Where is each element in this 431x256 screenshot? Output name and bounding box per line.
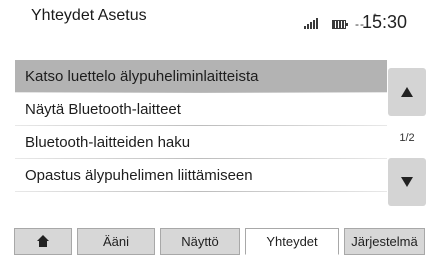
signal-bars-icon bbox=[304, 17, 320, 29]
menu-item-bluetooth-search[interactable]: Bluetooth-laitteiden haku bbox=[15, 126, 387, 159]
page-indicator: 1/2 bbox=[399, 132, 415, 144]
menu-item-smartphone-list[interactable]: Katso luettelo älypuheliminlaitteista bbox=[15, 60, 387, 93]
menu-item-label: Bluetooth-laitteiden haku bbox=[25, 134, 191, 151]
scroll-down-button[interactable] bbox=[388, 158, 426, 206]
page-title: Yhteydet Asetus bbox=[31, 7, 147, 24]
tab-system[interactable]: Järjestelmä bbox=[344, 228, 425, 255]
arrow-up-icon bbox=[401, 87, 413, 97]
tab-home[interactable] bbox=[14, 228, 72, 255]
divider bbox=[15, 191, 387, 192]
status-bar: Yhteydet Asetus -- ᐩ 15:30 bbox=[0, 0, 431, 44]
battery-icon bbox=[332, 20, 348, 29]
home-icon bbox=[37, 235, 49, 248]
settings-menu-list: Katso luettelo älypuheliminlaitteista Nä… bbox=[15, 60, 387, 192]
tab-display[interactable]: Näyttö bbox=[160, 228, 240, 255]
tab-connections[interactable]: Yhteydet bbox=[245, 228, 339, 255]
scroll-up-button[interactable] bbox=[388, 68, 426, 116]
scroll-controls: 1/2 bbox=[388, 60, 426, 216]
menu-item-show-bluetooth-devices[interactable]: Näytä Bluetooth-laitteet bbox=[15, 93, 387, 126]
tab-sound[interactable]: Ääni bbox=[77, 228, 155, 255]
menu-item-label: Opastus älypuhelimen liittämiseen bbox=[25, 167, 253, 184]
bottom-tab-bar: Ääni Näyttö Yhteydet Järjestelmä bbox=[14, 228, 425, 256]
menu-item-smartphone-guide[interactable]: Opastus älypuhelimen liittämiseen bbox=[15, 159, 387, 192]
arrow-down-icon bbox=[401, 177, 413, 187]
clock: 15:30 bbox=[362, 12, 408, 32]
menu-item-label: Katso luettelo älypuheliminlaitteista bbox=[25, 68, 259, 85]
menu-item-label: Näytä Bluetooth-laitteet bbox=[25, 101, 181, 118]
